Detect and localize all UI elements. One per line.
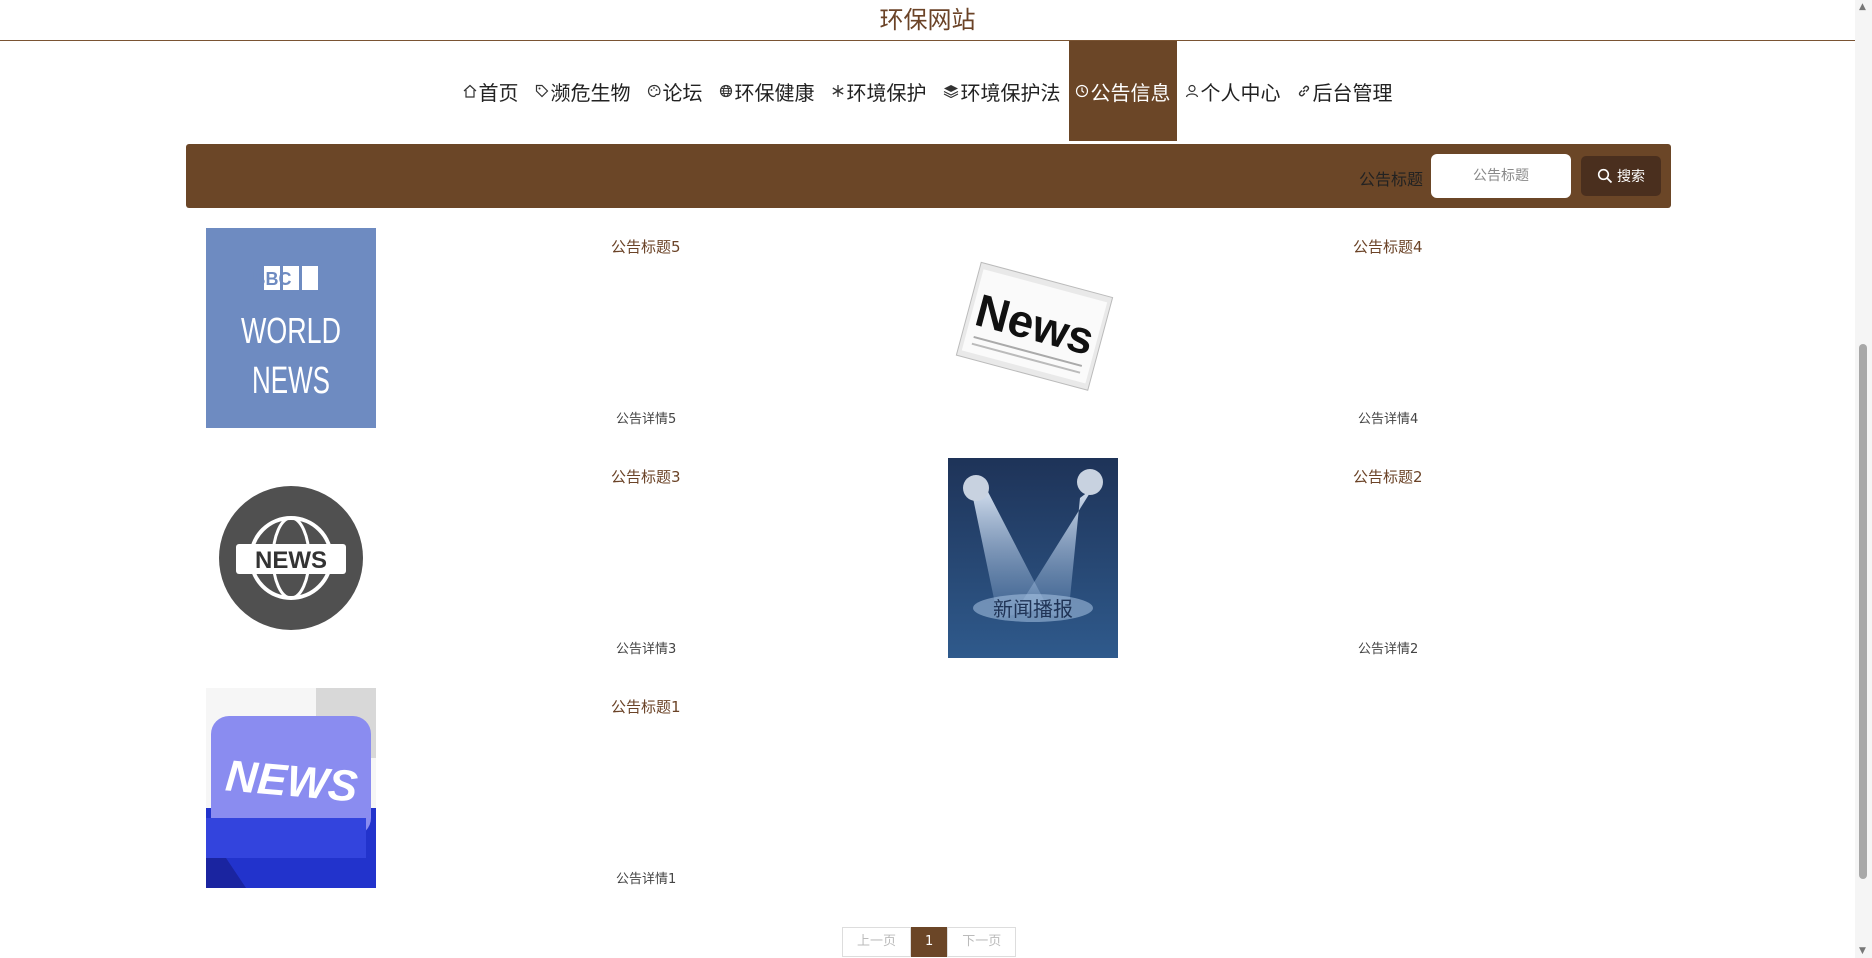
nav-item-label: 论坛 [662, 80, 703, 105]
next-page-button[interactable]: 下一页 [947, 927, 1017, 957]
snowflake-icon [831, 84, 845, 98]
tag-icon [535, 84, 549, 98]
nav-item-label: 环境保护 [846, 80, 927, 105]
globe-news-image[interactable]: NEWS [206, 458, 376, 658]
nav-item-label: 公告信息 [1090, 80, 1171, 105]
scrollbar-thumb[interactable] [1859, 344, 1867, 879]
scroll-up-icon[interactable]: ▲ [1859, 2, 1866, 12]
notice-card[interactable]: BBC WORLD NEWS 公告标题5 公告详情5 [206, 228, 948, 428]
notice-card[interactable]: NEWS 公告标题1 公告详情1 [206, 688, 948, 888]
link-icon [1297, 84, 1311, 98]
nav-item-admin[interactable]: 后台管理 [1289, 41, 1401, 141]
nav-item-label: 濒危生物 [550, 80, 631, 105]
search-icon [1597, 168, 1613, 184]
page-number-button[interactable]: 1 [911, 927, 948, 957]
nav-item-profile[interactable]: 个人中心 [1177, 41, 1289, 141]
search-bar: 公告标题 搜索 [186, 144, 1671, 208]
home-icon [463, 84, 477, 98]
nav-item-label: 后台管理 [1312, 80, 1393, 105]
nav-item-endangered[interactable]: 濒危生物 [527, 41, 639, 141]
globe-icon [719, 84, 733, 98]
search-button[interactable]: 搜索 [1581, 156, 1661, 196]
notice-title[interactable]: 公告标题1 [611, 696, 681, 717]
notice-detail: 公告详情2 [1358, 642, 1419, 657]
nav-item-environment[interactable]: 环境保护 [823, 41, 935, 141]
image-text: NEWS [255, 547, 327, 574]
main-nav: 首页 濒危生物 论坛 环保健康 环境保护 环境保护法 公告信息 个人中心 后台管… [0, 41, 1855, 141]
nav-item-health[interactable]: 环保健康 [711, 41, 823, 141]
notice-title[interactable]: 公告标题5 [611, 236, 681, 257]
nav-item-label: 环保健康 [734, 80, 815, 105]
search-input[interactable] [1431, 154, 1571, 198]
image-text: WORLD [241, 310, 341, 351]
image-text: NEWS [252, 360, 330, 402]
notice-card[interactable]: 新闻播报 公告标题2 公告详情2 [948, 458, 1690, 658]
user-icon [1185, 84, 1199, 98]
nav-item-label: 首页 [478, 80, 519, 105]
newspaper-image[interactable]: News [948, 228, 1118, 428]
notice-detail: 公告详情1 [616, 872, 677, 887]
notice-card[interactable]: NEWS 公告标题3 公告详情3 [206, 458, 948, 658]
notice-card[interactable]: News 公告标题4 公告详情4 [948, 228, 1690, 428]
search-label: 公告标题 [1358, 170, 1423, 189]
news-key-image[interactable]: NEWS [206, 688, 376, 888]
bbc-world-news-image[interactable]: BBC WORLD NEWS [206, 228, 376, 428]
clock-icon [1075, 84, 1089, 98]
vertical-scrollbar[interactable]: ▲ ▼ [1855, 0, 1872, 958]
nav-item-notice[interactable]: 公告信息 [1068, 41, 1177, 141]
notice-detail: 公告详情5 [616, 412, 677, 427]
notice-title[interactable]: 公告标题3 [611, 466, 681, 487]
notice-detail: 公告详情4 [1358, 412, 1419, 427]
pagination: 上一页 1 下一页 [842, 927, 1017, 957]
scroll-down-icon[interactable]: ▼ [1859, 946, 1866, 956]
nav-item-label: 个人中心 [1200, 80, 1281, 105]
site-title: 环保网站 [0, 0, 1855, 41]
notice-title[interactable]: 公告标题2 [1353, 466, 1423, 487]
layers-icon [943, 84, 959, 98]
notice-title[interactable]: 公告标题4 [1353, 236, 1423, 257]
nav-item-home[interactable]: 首页 [455, 41, 527, 141]
image-text: 新闻播报 [993, 597, 1073, 621]
notice-detail: 公告详情3 [616, 642, 677, 657]
nav-item-law[interactable]: 环境保护法 [935, 41, 1069, 141]
nav-item-forum[interactable]: 论坛 [639, 41, 711, 141]
spotlight-news-image[interactable]: 新闻播报 [948, 458, 1118, 658]
nav-item-label: 环境保护法 [960, 80, 1061, 105]
search-button-label: 搜索 [1617, 169, 1645, 185]
prev-page-button[interactable]: 上一页 [842, 927, 912, 957]
image-text: BBC [253, 269, 292, 289]
palette-icon [647, 84, 661, 98]
